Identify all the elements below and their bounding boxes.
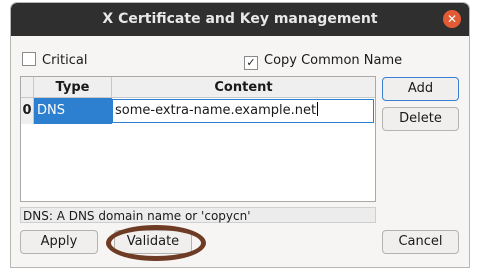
critical-label: Critical	[42, 53, 88, 68]
copy-common-name-checkbox[interactable]: ✓ Copy Common Name	[244, 52, 402, 70]
dialog-window: X Certificate and Key management ✕ Criti…	[10, 2, 470, 268]
delete-button[interactable]: Delete	[382, 107, 459, 131]
column-header-content[interactable]: Content	[112, 77, 375, 98]
row-index[interactable]: 0	[21, 98, 34, 124]
apply-button[interactable]: Apply	[20, 230, 98, 254]
cancel-button[interactable]: Cancel	[382, 230, 459, 254]
extension-table[interactable]: Type Content 0 DNS some-extra-name.examp…	[20, 76, 376, 202]
critical-checkbox-box[interactable]	[22, 52, 36, 66]
status-bar: DNS: A DNS domain name or 'copycn'	[20, 207, 376, 223]
type-cell[interactable]: DNS	[34, 98, 112, 124]
checkmark-icon[interactable]: ✓	[244, 56, 258, 70]
add-button[interactable]: Add	[382, 77, 459, 101]
copy-common-name-label: Copy Common Name	[264, 53, 403, 68]
content-value: some-extra-name.example.net	[115, 103, 317, 118]
window-title: X Certificate and Key management	[102, 11, 378, 27]
critical-checkbox[interactable]: Critical	[22, 52, 87, 70]
corner-header	[21, 77, 34, 98]
text-cursor	[317, 102, 319, 116]
close-icon[interactable]: ✕	[443, 10, 461, 28]
title-bar: X Certificate and Key management ✕	[11, 3, 469, 36]
column-header-type[interactable]: Type	[34, 77, 112, 98]
content-edit-field[interactable]: some-extra-name.example.net	[112, 99, 374, 123]
annotation-ellipse	[106, 225, 206, 261]
